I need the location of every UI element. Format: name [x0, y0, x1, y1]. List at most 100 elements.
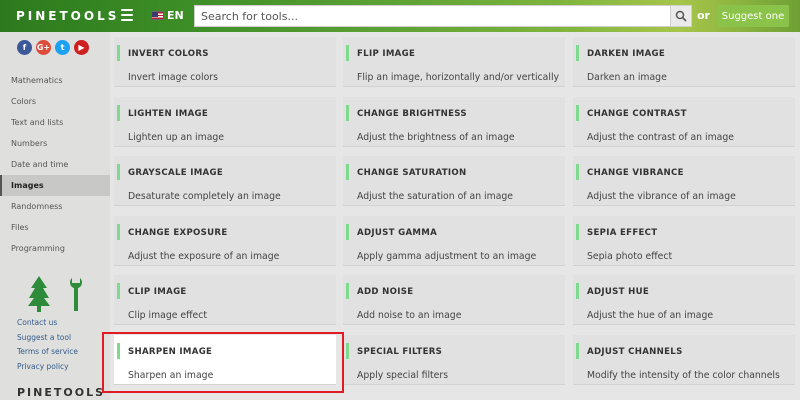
sidebar-item-randomness[interactable]: Randomness: [0, 196, 110, 217]
tool-card-adjust-hue[interactable]: ADJUST HUE Adjust the hue of an image: [573, 275, 795, 325]
tool-title[interactable]: ADJUST CHANNELS: [587, 347, 683, 357]
sidebar-item-mathematics[interactable]: Mathematics: [0, 70, 110, 91]
tool-card-change-saturation[interactable]: CHANGE SATURATION Adjust the saturation o…: [343, 156, 565, 206]
tool-card-invert-colors[interactable]: INVERT COLORS Invert image colors: [114, 37, 336, 87]
tool-description: Adjust the saturation of an image: [357, 191, 514, 202]
tool-title[interactable]: LIGHTEN IMAGE: [128, 109, 208, 119]
tool-title[interactable]: INVERT COLORS: [128, 49, 209, 59]
tool-description: Desaturate completely an image: [128, 191, 281, 202]
tool-description: Sepia photo effect: [587, 251, 673, 262]
card-accent-bar: [576, 45, 579, 61]
footer-link-privacy-policy[interactable]: Privacy policy: [17, 360, 78, 375]
tool-card-clip-image[interactable]: CLIP IMAGE Clip image effect: [114, 275, 336, 325]
card-accent-bar: [117, 283, 120, 299]
sidebar-item-numbers[interactable]: Numbers: [0, 133, 110, 154]
card-accent-bar: [117, 45, 120, 61]
us-flag-icon[interactable]: [151, 11, 164, 20]
footer-logo[interactable]: PINETOOLS: [17, 386, 105, 399]
tool-card-darken-image[interactable]: DARKEN IMAGE Darken an image: [573, 37, 795, 87]
tool-title[interactable]: FLIP IMAGE: [357, 49, 415, 59]
search-input[interactable]: [194, 5, 670, 27]
tool-card-sharpen-image[interactable]: SHARPEN IMAGE Sharpen an image: [114, 335, 336, 385]
tool-description: Invert image colors: [128, 72, 218, 83]
card-accent-bar: [576, 224, 579, 240]
tool-card-adjust-gamma[interactable]: ADJUST GAMMA Apply gamma adjustment to an…: [343, 216, 565, 266]
tool-card-adjust-channels[interactable]: ADJUST CHANNELS Modify the intensity of t…: [573, 335, 795, 385]
tool-card-change-vibrance[interactable]: CHANGE VIBRANCE Adjust the vibrance of an…: [573, 156, 795, 206]
tool-title[interactable]: SEPIA EFFECT: [587, 228, 657, 238]
tool-title[interactable]: GRAYSCALE IMAGE: [128, 168, 223, 178]
card-accent-bar: [346, 105, 349, 121]
tool-description: Apply special filters: [357, 370, 449, 381]
sidebar-item-images[interactable]: Images: [0, 175, 110, 196]
tool-description: Sharpen an image: [128, 370, 214, 381]
sidebar-item-programming[interactable]: Programming: [0, 238, 110, 259]
tool-description: Adjust the brightness of an image: [357, 132, 515, 143]
footer-link-suggest-a-tool[interactable]: Suggest a tool: [17, 331, 78, 346]
tool-description: Darken an image: [587, 72, 667, 83]
top-bar: PINETOOLS EN or Suggest one: [0, 0, 800, 32]
tool-description: Adjust the vibrance of an image: [587, 191, 736, 202]
tool-title[interactable]: CHANGE CONTRAST: [587, 109, 687, 119]
card-accent-bar: [576, 343, 579, 359]
tool-title[interactable]: SPECIAL FILTERS: [357, 347, 442, 357]
tool-card-change-exposure[interactable]: CHANGE EXPOSURE Adjust the exposure of an…: [114, 216, 336, 266]
social-links: f G+ t ▶: [17, 40, 89, 55]
category-nav: Mathematics Colors Text and lists Numbers Da…: [0, 70, 110, 259]
language-selector[interactable]: EN: [167, 9, 184, 22]
card-accent-bar: [346, 283, 349, 299]
google-plus-icon[interactable]: G+: [36, 40, 51, 55]
sidebar-item-date-and-time[interactable]: Date and time: [0, 154, 110, 175]
tool-title[interactable]: ADJUST HUE: [587, 287, 649, 297]
site-logo[interactable]: PINETOOLS: [16, 9, 119, 23]
tool-title[interactable]: CHANGE BRIGHTNESS: [357, 109, 467, 119]
tool-card-grayscale-image[interactable]: GRAYSCALE IMAGE Desaturate completely an …: [114, 156, 336, 206]
tool-title[interactable]: CHANGE SATURATION: [357, 168, 467, 178]
tool-grid: INVERT COLORS Invert image colors FLIP IMA…: [110, 32, 800, 400]
footer-links: Contact us Suggest a tool Terms of service…: [17, 316, 78, 374]
tool-description: Adjust the contrast of an image: [587, 132, 734, 143]
or-label: or: [697, 9, 710, 22]
card-accent-bar: [576, 164, 579, 180]
tool-description: Clip image effect: [128, 310, 208, 321]
tool-title[interactable]: CLIP IMAGE: [128, 287, 187, 297]
card-accent-bar: [117, 105, 120, 121]
card-accent-bar: [117, 224, 120, 240]
card-accent-bar: [576, 283, 579, 299]
card-accent-bar: [346, 224, 349, 240]
card-accent-bar: [346, 343, 349, 359]
tool-description: Add noise to an image: [357, 310, 462, 321]
tool-description: Lighten up an image: [128, 132, 225, 143]
card-accent-bar: [346, 164, 349, 180]
footer-link-terms-of-service[interactable]: Terms of service: [17, 345, 78, 360]
hamburger-menu-icon[interactable]: [121, 9, 133, 23]
tool-card-special-filters[interactable]: SPECIAL FILTERS Apply special filters: [343, 335, 565, 385]
card-accent-bar: [346, 45, 349, 61]
tool-title[interactable]: CHANGE VIBRANCE: [587, 168, 684, 178]
tool-card-flip-image[interactable]: FLIP IMAGE Flip an image, horizontally an…: [343, 37, 565, 87]
sidebar-item-colors[interactable]: Colors: [0, 91, 110, 112]
tool-title[interactable]: CHANGE EXPOSURE: [128, 228, 228, 238]
sidebar: f G+ t ▶ Mathematics Colors Text and lists…: [0, 32, 110, 400]
suggest-one-button[interactable]: Suggest one: [717, 5, 789, 27]
tree-and-wrench-icon: [28, 276, 82, 312]
tool-title[interactable]: ADD NOISE: [357, 287, 413, 297]
tool-description: Modify the intensity of the color channe…: [587, 370, 780, 381]
sidebar-item-text-and-lists[interactable]: Text and lists: [0, 112, 110, 133]
tool-card-lighten-image[interactable]: LIGHTEN IMAGE Lighten up an image: [114, 97, 336, 147]
tool-card-change-brightness[interactable]: CHANGE BRIGHTNESS Adjust the brightness o…: [343, 97, 565, 147]
tool-description: Flip an image, horizontally and/or verti…: [357, 72, 560, 83]
tool-card-add-noise[interactable]: ADD NOISE Add noise to an image: [343, 275, 565, 325]
footer-link-contact-us[interactable]: Contact us: [17, 316, 78, 331]
tool-card-change-contrast[interactable]: CHANGE CONTRAST Adjust the contrast of an…: [573, 97, 795, 147]
card-accent-bar: [117, 164, 120, 180]
twitter-icon[interactable]: t: [55, 40, 70, 55]
search-button[interactable]: [670, 5, 692, 27]
facebook-icon[interactable]: f: [17, 40, 32, 55]
youtube-icon[interactable]: ▶: [74, 40, 89, 55]
tool-title[interactable]: ADJUST GAMMA: [357, 228, 437, 238]
tool-title[interactable]: SHARPEN IMAGE: [128, 347, 212, 357]
sidebar-item-files[interactable]: Files: [0, 217, 110, 238]
tool-title[interactable]: DARKEN IMAGE: [587, 49, 665, 59]
tool-card-sepia-effect[interactable]: SEPIA EFFECT Sepia photo effect: [573, 216, 795, 266]
